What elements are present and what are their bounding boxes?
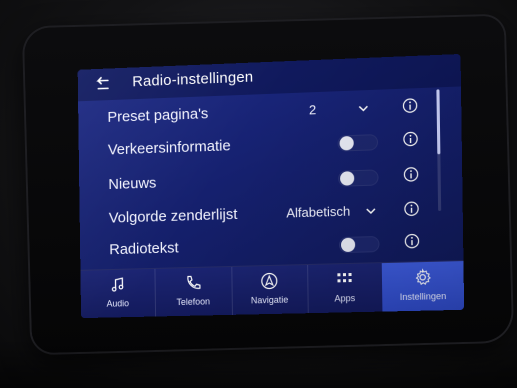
chevron-down-icon[interactable] <box>357 102 369 115</box>
music-note-icon <box>109 276 127 294</box>
setting-label: Preset pagina's <box>107 105 209 126</box>
tab-settings[interactable]: Instellingen <box>381 261 465 312</box>
station-order-value[interactable]: Alfabetisch <box>286 204 350 221</box>
setting-label: Volgorde zenderlijst <box>108 205 238 227</box>
setting-row-radio-text[interactable]: Radiotekst <box>80 227 431 264</box>
tab-label: Audio <box>106 298 130 309</box>
tab-label: Telefoon <box>176 296 211 308</box>
toggle-knob <box>340 237 356 253</box>
preset-pages-value[interactable]: 2 <box>309 102 316 117</box>
toggle-knob <box>339 135 354 151</box>
radio-text-toggle[interactable] <box>338 235 380 254</box>
toggle-knob <box>339 171 355 186</box>
info-icon[interactable] <box>404 233 421 250</box>
navigation-arrow-icon <box>261 272 278 290</box>
setting-label: Nieuws <box>108 174 157 194</box>
tab-label: Instellingen <box>399 290 447 303</box>
setting-label: Verkeersinformatie <box>107 137 231 159</box>
tab-label: Apps <box>334 293 356 304</box>
traffic-info-toggle[interactable] <box>337 134 379 152</box>
scrollbar[interactable] <box>436 89 442 212</box>
setting-label: Radiotekst <box>109 239 179 259</box>
phone-icon <box>184 274 202 292</box>
infotainment-screen: Radio-instellingen Preset pagina's 2 Ver… <box>77 53 465 319</box>
scrollbar-thumb[interactable] <box>436 89 441 155</box>
settings-gear-icon <box>413 268 432 287</box>
tab-audio[interactable]: Audio <box>80 268 157 319</box>
setting-row-news[interactable]: Nieuws <box>79 161 430 200</box>
tab-apps[interactable]: Apps <box>307 263 384 314</box>
apps-grid-icon <box>337 272 352 283</box>
news-toggle[interactable] <box>337 169 379 187</box>
setting-row-traffic-info[interactable]: Verkeersinformatie <box>79 125 430 165</box>
info-icon[interactable] <box>403 200 420 217</box>
info-icon[interactable] <box>402 97 419 114</box>
tab-navigation[interactable]: Navigatie <box>231 265 309 315</box>
info-icon[interactable] <box>402 131 419 148</box>
page-title: Radio-instellingen <box>132 68 254 91</box>
info-icon[interactable] <box>403 166 420 183</box>
bottom-tab-bar: Audio Telefoon Navigatie Apps Instelling… <box>80 260 465 319</box>
back-icon[interactable] <box>93 74 113 95</box>
setting-row-station-list-order[interactable]: Volgorde zenderlijst Alfabetisch <box>80 195 431 233</box>
tab-label: Navigatie <box>250 294 289 306</box>
chevron-down-icon[interactable] <box>365 205 377 217</box>
dashboard-shadow <box>0 338 517 388</box>
tab-phone[interactable]: Telefoon <box>154 266 233 317</box>
